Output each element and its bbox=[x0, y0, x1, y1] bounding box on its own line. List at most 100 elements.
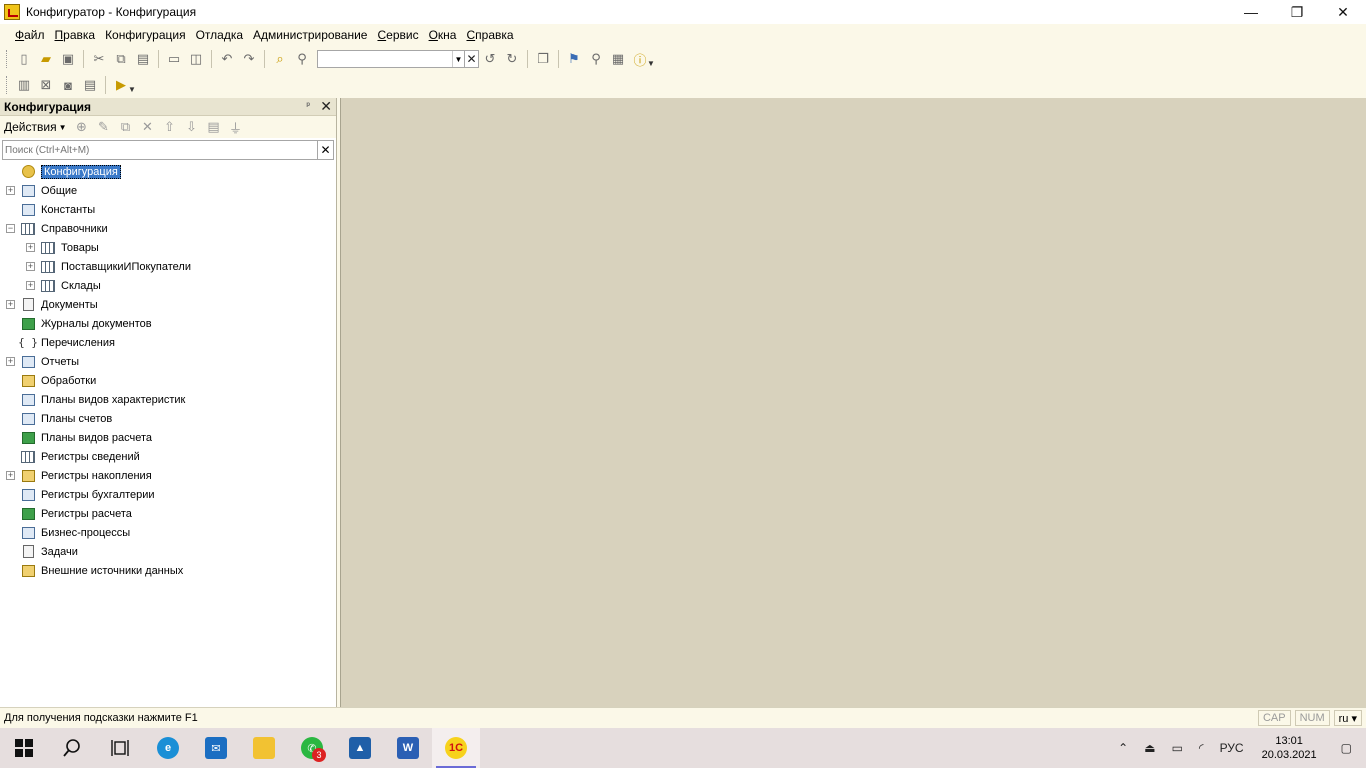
language-selector[interactable]: ru ▾ bbox=[1333, 710, 1362, 726]
expand-icon[interactable]: + bbox=[26, 281, 35, 290]
toolbar-dropdown-icon[interactable]: ▼ bbox=[647, 59, 655, 68]
compare-configuration-icon[interactable]: ⊠ bbox=[35, 74, 57, 96]
tree-item[interactable]: Константы bbox=[0, 200, 336, 219]
tree-item[interactable]: Регистры сведений bbox=[0, 447, 336, 466]
edit-icon[interactable]: ✎ bbox=[93, 117, 115, 137]
delete-icon[interactable]: ✕ bbox=[137, 117, 159, 137]
tree-item[interactable]: Регистры бухгалтерии bbox=[0, 485, 336, 504]
usb-icon[interactable]: ⏏ bbox=[1136, 741, 1163, 755]
move-down-icon[interactable]: ⇩ bbox=[181, 117, 203, 137]
expand-icon[interactable]: + bbox=[26, 243, 35, 252]
tree-search-input[interactable] bbox=[3, 141, 317, 159]
save-icon[interactable]: ▣ bbox=[57, 48, 79, 70]
tree-item[interactable]: + Регистры накопления bbox=[0, 466, 336, 485]
tree-item[interactable]: + Товары bbox=[0, 238, 336, 257]
chevron-down-icon[interactable]: ▼ bbox=[452, 51, 464, 67]
collapse-icon[interactable]: − bbox=[6, 224, 15, 233]
notifications-icon[interactable]: ▢ bbox=[1327, 741, 1366, 755]
menu-administration[interactable]: Администрирование bbox=[248, 28, 372, 42]
input-language[interactable]: РУС bbox=[1212, 741, 1252, 755]
menu-file[interactable]: Файл bbox=[10, 28, 50, 42]
tree-item[interactable]: { } Перечисления bbox=[0, 333, 336, 352]
taskbar-1c[interactable]: 1С bbox=[432, 728, 480, 768]
tree-item[interactable]: + Склады bbox=[0, 276, 336, 295]
expand-icon[interactable]: + bbox=[6, 357, 15, 366]
chevron-down-icon[interactable]: ▼ bbox=[59, 123, 67, 132]
search-button[interactable] bbox=[48, 728, 96, 768]
expand-icon[interactable]: + bbox=[6, 300, 15, 309]
expand-icon[interactable]: + bbox=[6, 186, 15, 195]
menu-edit[interactable]: Правка bbox=[50, 28, 101, 42]
menu-debug[interactable]: Отладка bbox=[191, 28, 248, 42]
toolbar-search-combobox[interactable]: ▼ bbox=[317, 50, 465, 68]
clear-search-icon[interactable]: ✕ bbox=[465, 50, 479, 68]
tree-item[interactable]: Задачи bbox=[0, 542, 336, 561]
find-previous-icon[interactable]: ↺ bbox=[479, 48, 501, 70]
tree-item[interactable]: Конфигурация bbox=[0, 162, 336, 181]
open-configuration-icon[interactable]: ▥ bbox=[13, 74, 35, 96]
tree-item[interactable]: − Справочники bbox=[0, 219, 336, 238]
chevron-up-icon[interactable]: ⌃ bbox=[1110, 741, 1136, 755]
maximize-button[interactable]: ❐ bbox=[1274, 0, 1320, 24]
task-view-button[interactable] bbox=[96, 728, 144, 768]
help-contents-icon[interactable]: ▦ bbox=[607, 48, 629, 70]
undo-icon[interactable]: ↶ bbox=[216, 48, 238, 70]
sort-icon[interactable]: ▤ bbox=[203, 117, 225, 137]
find-icon[interactable]: ⚲ bbox=[291, 48, 313, 70]
taskbar-mail[interactable]: ✉ bbox=[192, 728, 240, 768]
filter-icon[interactable]: ⏚ bbox=[225, 117, 247, 137]
tree-item[interactable]: Планы видов расчета bbox=[0, 428, 336, 447]
tree-item[interactable]: + Общие bbox=[0, 181, 336, 200]
find-in-folder-icon[interactable]: ⌕ bbox=[269, 48, 291, 70]
add-icon[interactable]: ⊕ bbox=[71, 117, 93, 137]
tree-item[interactable]: + ПоставщикиИПокупатели bbox=[0, 257, 336, 276]
menu-service[interactable]: Сервис bbox=[372, 28, 423, 42]
redo-icon[interactable]: ↷ bbox=[238, 48, 260, 70]
clock[interactable]: 13:01 20.03.2021 bbox=[1252, 734, 1327, 762]
clear-icon[interactable]: ✕ bbox=[317, 141, 333, 159]
syntax-helper-icon[interactable]: ⚑ bbox=[563, 48, 585, 70]
wifi-icon[interactable]: ◜ bbox=[1191, 741, 1212, 755]
open-folder-icon[interactable]: ▰ bbox=[35, 48, 57, 70]
tree-item[interactable]: Журналы документов bbox=[0, 314, 336, 333]
tree-item[interactable]: + Документы bbox=[0, 295, 336, 314]
start-button[interactable] bbox=[0, 728, 48, 768]
expand-icon[interactable]: + bbox=[26, 262, 35, 271]
copy-item-icon[interactable]: ⧉ bbox=[115, 117, 137, 137]
database-icon[interactable]: ◙ bbox=[57, 74, 79, 96]
tree-item[interactable]: Бизнес-процессы bbox=[0, 523, 336, 542]
print-preview-icon[interactable]: ◫ bbox=[185, 48, 207, 70]
panel-close-icon[interactable]: ✕ bbox=[320, 98, 332, 115]
taskbar-edge[interactable]: e bbox=[144, 728, 192, 768]
tree-item[interactable]: Внешние источники данных bbox=[0, 561, 336, 580]
tree-item[interactable]: Обработки bbox=[0, 371, 336, 390]
taskbar-explorer[interactable] bbox=[240, 728, 288, 768]
close-button[interactable]: ✕ bbox=[1320, 0, 1366, 24]
toolbar-grip[interactable] bbox=[6, 50, 9, 68]
taskbar-whatsapp[interactable]: ✆ 3 bbox=[288, 728, 336, 768]
tree-item[interactable]: Планы счетов bbox=[0, 409, 336, 428]
menu-configuration[interactable]: Конфигурация bbox=[100, 28, 191, 42]
pin-icon[interactable]: ᵖ bbox=[306, 100, 310, 110]
update-database-icon[interactable]: ▤ bbox=[79, 74, 101, 96]
help-search-icon[interactable]: ⚲ bbox=[585, 48, 607, 70]
tree-item[interactable]: + Отчеты bbox=[0, 352, 336, 371]
minimize-button[interactable]: — bbox=[1228, 0, 1274, 24]
paste-icon[interactable]: ▤ bbox=[132, 48, 154, 70]
actions-menu[interactable]: Действия bbox=[4, 120, 57, 134]
menu-windows[interactable]: Окна bbox=[424, 28, 462, 42]
move-up-icon[interactable]: ⇧ bbox=[159, 117, 181, 137]
taskbar-word[interactable]: W bbox=[384, 728, 432, 768]
menu-help[interactable]: Справка bbox=[461, 28, 518, 42]
new-document-icon[interactable]: ▯ bbox=[13, 48, 35, 70]
windows-icon[interactable]: ❐ bbox=[532, 48, 554, 70]
debug-dropdown-icon[interactable]: ▼ bbox=[128, 85, 136, 94]
taskbar-photos[interactable]: ▲ bbox=[336, 728, 384, 768]
copy-icon[interactable]: ⧉ bbox=[110, 48, 132, 70]
print-icon[interactable]: ▭ bbox=[163, 48, 185, 70]
battery-icon[interactable]: ▭ bbox=[1164, 741, 1191, 755]
tree-item[interactable]: Планы видов характеристик bbox=[0, 390, 336, 409]
expand-icon[interactable]: + bbox=[6, 471, 15, 480]
find-next-icon[interactable]: ↻ bbox=[501, 48, 523, 70]
toolbar-grip[interactable] bbox=[6, 76, 9, 94]
